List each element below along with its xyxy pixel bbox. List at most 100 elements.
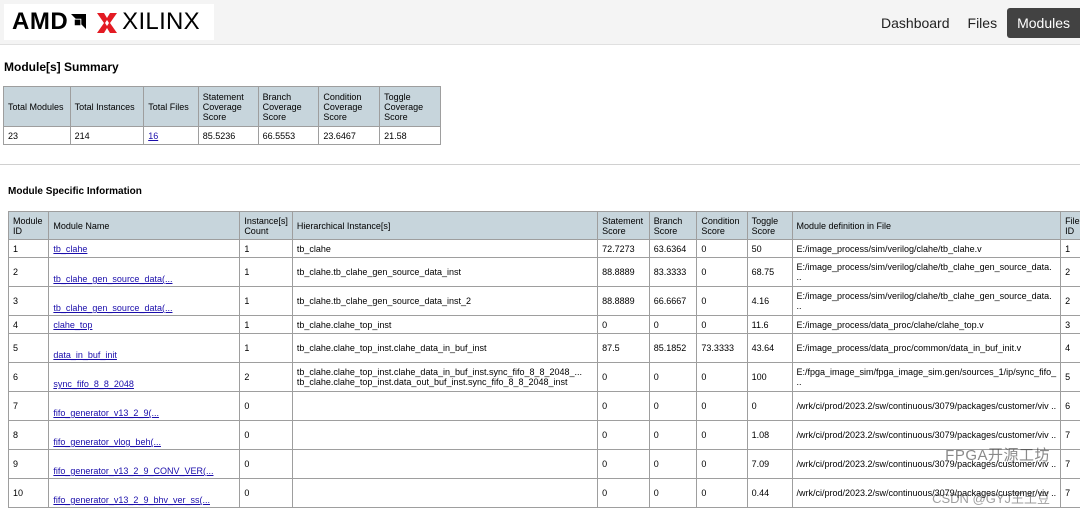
summary-th: Statement Coverage Score bbox=[197, 86, 259, 127]
top-nav: Dashboard Files Modules bbox=[871, 8, 1080, 38]
module-id: 6 bbox=[7, 362, 50, 392]
details-th: Statement Score bbox=[597, 211, 650, 240]
details-th: File ID bbox=[1060, 211, 1080, 240]
module-details-table: Module ID Module Name Instance[s] Count … bbox=[7, 211, 1080, 508]
hierarchical-instance bbox=[291, 391, 599, 421]
module-name-link[interactable]: fifo_generator_vlog_beh(... bbox=[53, 437, 161, 447]
module-name-link[interactable]: tb_clahe_gen_source_data(... bbox=[53, 274, 172, 284]
file-id: 4 bbox=[1060, 333, 1080, 363]
module-file: E:/image_process/data_proc/common/data_i… bbox=[791, 333, 1062, 363]
total-instances-value: 214 bbox=[69, 126, 145, 145]
watermark-csdn: CSDN @GYJ王土豆 bbox=[932, 491, 1050, 506]
nav-modules[interactable]: Modules bbox=[1007, 8, 1080, 38]
module-name-link[interactable]: tb_clahe bbox=[53, 244, 87, 254]
condition-score: 0 bbox=[696, 257, 748, 287]
file-id: 7 bbox=[1060, 449, 1080, 479]
module-name-link[interactable]: fifo_generator_v13_2_9(... bbox=[53, 408, 159, 418]
details-title: Module Specific Information bbox=[8, 186, 142, 197]
file-id: 1 bbox=[1060, 239, 1080, 258]
toggle-score: 43.64 bbox=[746, 333, 793, 363]
file-id: 7 bbox=[1060, 478, 1080, 508]
file-id: 3 bbox=[1060, 315, 1080, 334]
file-id: 5 bbox=[1060, 362, 1080, 392]
file-id: 2 bbox=[1060, 286, 1080, 316]
statement-score: 0 bbox=[597, 391, 650, 421]
condition-score: 0 bbox=[696, 391, 748, 421]
details-th: Condition Score bbox=[696, 211, 748, 240]
condition-score: 0 bbox=[696, 362, 748, 392]
toggle-score: 0 bbox=[746, 391, 793, 421]
instance-count: 0 bbox=[239, 478, 293, 508]
total-files-link[interactable]: 16 bbox=[148, 131, 158, 141]
details-th: Instance[s] Count bbox=[239, 211, 293, 240]
summary-value-row: 23 214 16 85.5236 66.5553 23.6467 21.58 bbox=[3, 126, 441, 145]
condition-score: 0 bbox=[696, 449, 748, 479]
statement-coverage-value: 85.5236 bbox=[197, 126, 259, 145]
statement-score: 0 bbox=[597, 449, 650, 479]
toggle-score: 100 bbox=[746, 362, 793, 392]
module-id: 4 bbox=[7, 315, 50, 334]
module-name-cell: fifo_generator_v13_2_9(... bbox=[48, 391, 241, 421]
table-row: 4 clahe_top 1 tb_clahe.clahe_top_inst 0 0 0 11.… bbox=[7, 315, 1080, 334]
branch-score: 0 bbox=[648, 449, 698, 479]
statement-score: 72.7273 bbox=[597, 239, 650, 258]
statement-score: 0 bbox=[597, 315, 650, 334]
toggle-score: 0.44 bbox=[746, 478, 793, 508]
nav-files[interactable]: Files bbox=[960, 8, 1006, 38]
instance-count: 1 bbox=[239, 333, 293, 363]
toggle-score: 50 bbox=[746, 239, 793, 258]
module-id: 9 bbox=[7, 449, 50, 479]
file-id: 2 bbox=[1060, 257, 1080, 287]
module-file: E:/image_process/sim/verilog/clahe/tb_cl… bbox=[791, 257, 1062, 287]
details-th: Module Name bbox=[48, 211, 241, 240]
branch-score: 66.6667 bbox=[648, 286, 698, 316]
amd-xilinx-logo: AMD XILINX bbox=[4, 4, 214, 40]
details-header-row: Module ID Module Name Instance[s] Count … bbox=[7, 211, 1080, 240]
toggle-score: 4.16 bbox=[746, 286, 793, 316]
module-id: 8 bbox=[7, 420, 50, 450]
details-th: Hierarchical Instance[s] bbox=[291, 211, 599, 240]
module-file: E:/image_process/sim/verilog/clahe/tb_cl… bbox=[791, 286, 1062, 316]
module-name-link[interactable]: data_in_buf_init bbox=[53, 350, 117, 360]
total-modules-value: 23 bbox=[3, 126, 71, 145]
amd-arrow-icon bbox=[71, 13, 87, 29]
branch-score: 83.3333 bbox=[648, 257, 698, 287]
statement-score: 0 bbox=[597, 362, 650, 392]
module-name-link[interactable]: fifo_generator_v13_2_9_bhv_ver_ss(... bbox=[53, 495, 210, 505]
instance-count: 0 bbox=[239, 449, 293, 479]
toggle-score: 68.75 bbox=[746, 257, 793, 287]
statement-score: 88.8889 bbox=[597, 286, 650, 316]
module-name-cell: tb_clahe_gen_source_data(... bbox=[48, 286, 241, 316]
instance-count: 1 bbox=[239, 257, 293, 287]
nav-dashboard[interactable]: Dashboard bbox=[873, 8, 958, 38]
summary-th: Toggle Coverage Score bbox=[379, 86, 441, 127]
module-name-cell: sync_fifo_8_8_2048 bbox=[48, 362, 241, 392]
module-name-link[interactable]: clahe_top bbox=[53, 320, 92, 330]
module-name-link[interactable]: sync_fifo_8_8_2048 bbox=[53, 379, 134, 389]
branch-score: 0 bbox=[648, 315, 698, 334]
module-name-cell: fifo_generator_vlog_beh(... bbox=[48, 420, 241, 450]
hierarchical-instance: tb_clahe.clahe_top_inst.clahe_data_in_bu… bbox=[291, 362, 599, 392]
condition-score: 0 bbox=[696, 239, 748, 258]
hierarchical-instance bbox=[291, 420, 599, 450]
details-th: Toggle Score bbox=[746, 211, 793, 240]
instance-count: 2 bbox=[239, 362, 293, 392]
condition-coverage-value: 23.6467 bbox=[318, 126, 381, 145]
branch-score: 63.6364 bbox=[648, 239, 698, 258]
summary-th: Condition Coverage Score bbox=[318, 86, 381, 127]
table-row: 9 fifo_generator_v13_2_9_CONV_VER(... 0 0 0 0… bbox=[7, 449, 1080, 479]
table-row: 7 fifo_generator_v13_2_9(... 0 0 0 0 0/wrk/ci/… bbox=[7, 391, 1080, 421]
module-name-link[interactable]: tb_clahe_gen_source_data(... bbox=[53, 303, 172, 313]
module-name-link[interactable]: fifo_generator_v13_2_9_CONV_VER(... bbox=[53, 466, 213, 476]
watermark-text: FPGA开源工坊 bbox=[945, 447, 1050, 464]
details-th: Branch Score bbox=[648, 211, 698, 240]
branch-score: 0 bbox=[648, 420, 698, 450]
summary-table: Total Modules Total Instances Total File… bbox=[3, 86, 441, 145]
instance-count: 0 bbox=[239, 420, 293, 450]
module-id: 2 bbox=[7, 257, 50, 287]
module-name-cell: data_in_buf_init bbox=[48, 333, 241, 363]
file-id: 7 bbox=[1060, 420, 1080, 450]
hierarchical-instance bbox=[291, 449, 599, 479]
statement-score: 0 bbox=[597, 478, 650, 508]
condition-score: 0 bbox=[696, 420, 748, 450]
